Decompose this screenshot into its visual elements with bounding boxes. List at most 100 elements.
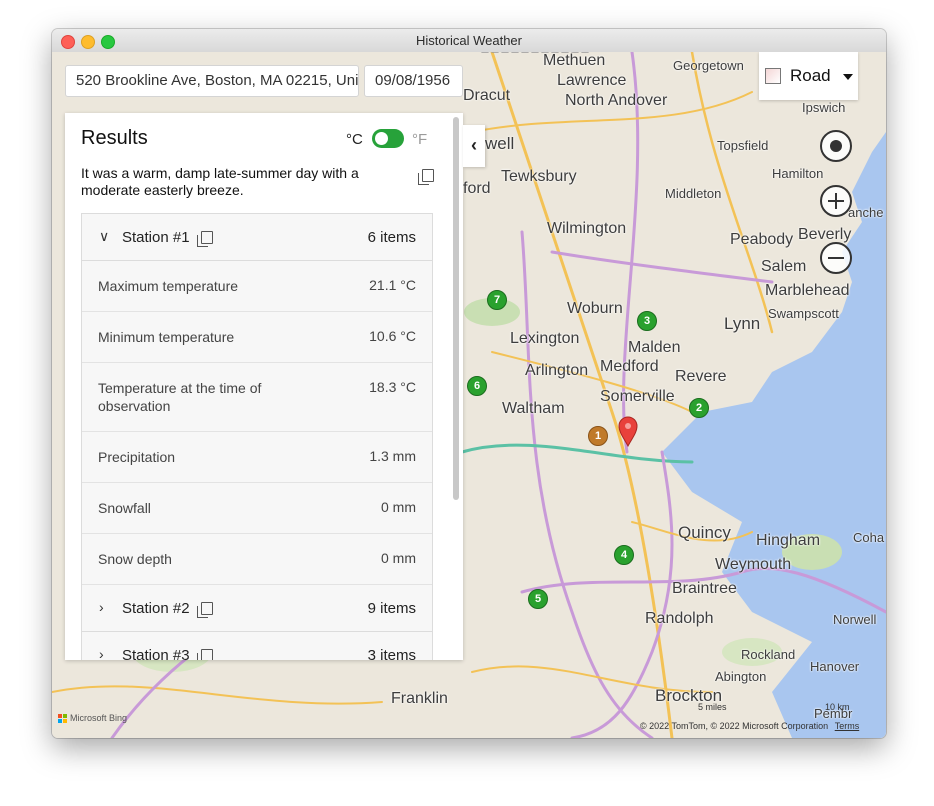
map-place-label: Arlington bbox=[525, 362, 589, 379]
address-input[interactable]: 520 Brookline Ave, Boston, MA 02215, Uni… bbox=[65, 65, 359, 97]
bing-attribution: Microsoft Bing bbox=[58, 713, 127, 724]
map-place-label: Hingham bbox=[756, 532, 821, 549]
copy-icon[interactable] bbox=[197, 649, 213, 660]
map-place-label: Tewksbury bbox=[501, 168, 577, 185]
row-label: Minimum temperature bbox=[98, 329, 235, 345]
station-count: 6 items bbox=[367, 229, 416, 246]
map-place-label: Ipswich bbox=[802, 100, 846, 115]
station-marker-1[interactable]: 1 bbox=[588, 426, 608, 446]
row-value: 0 mm bbox=[381, 550, 416, 566]
unit-toggle[interactable] bbox=[372, 129, 404, 148]
data-row: Minimum temperature 10.6 °C bbox=[82, 312, 432, 363]
data-row: Snow depth 0 mm bbox=[82, 534, 432, 585]
map-place-label: Malden bbox=[628, 339, 681, 356]
map-view[interactable]: Methuen Lawrence Georgetown North Andove… bbox=[52, 52, 886, 738]
station-marker-7[interactable]: 7 bbox=[487, 290, 507, 310]
copy-icon[interactable] bbox=[197, 602, 213, 618]
map-place-label: North Andover bbox=[565, 92, 668, 109]
zoom-in-button[interactable] bbox=[820, 185, 852, 217]
row-value: 18.3 °C bbox=[369, 379, 416, 395]
map-place-label: Rockland bbox=[741, 647, 796, 662]
station-name: Station #1 bbox=[122, 229, 190, 246]
date-input[interactable]: 09/08/1956 bbox=[364, 65, 463, 97]
chevron-right-icon: › bbox=[99, 646, 104, 660]
row-value: 21.1 °C bbox=[369, 277, 416, 293]
location-pin-icon[interactable] bbox=[617, 415, 639, 447]
map-place-label: Swampscott bbox=[768, 306, 839, 321]
station-count: 9 items bbox=[367, 600, 416, 617]
fahrenheit-label: °F bbox=[412, 131, 428, 148]
map-place-label: Wilmington bbox=[547, 220, 627, 237]
map-place-label: Norwell bbox=[833, 612, 877, 627]
map-type-icon bbox=[765, 68, 781, 84]
station-marker-3[interactable]: 3 bbox=[637, 311, 657, 331]
station-name: Station #3 bbox=[122, 647, 190, 660]
map-place-label: Coha bbox=[853, 530, 885, 545]
results-title: Results bbox=[81, 127, 148, 149]
map-place-label: Franklin bbox=[391, 690, 448, 707]
row-value: 10.6 °C bbox=[369, 328, 416, 344]
target-icon bbox=[830, 140, 842, 152]
close-window-button[interactable] bbox=[61, 35, 75, 49]
collapse-panel-button[interactable]: ‹ bbox=[463, 125, 485, 167]
copy-icon[interactable] bbox=[197, 231, 213, 247]
station-header-1[interactable]: ∨ Station #1 6 items bbox=[82, 214, 432, 261]
chevron-right-icon: › bbox=[99, 599, 104, 615]
zoom-out-button[interactable] bbox=[820, 242, 852, 274]
toggle-knob bbox=[375, 132, 388, 145]
row-label: Snow depth bbox=[98, 551, 172, 567]
weather-summary: It was a warm, damp late-summer day with… bbox=[81, 165, 359, 198]
map-place-label: Revere bbox=[675, 368, 727, 385]
map-place-label: Abington bbox=[715, 669, 767, 684]
map-copyright: © 2022 TomTom, © 2022 Microsoft Corporat… bbox=[640, 721, 859, 731]
microsoft-logo-icon bbox=[58, 714, 67, 724]
chevron-down-icon: ∨ bbox=[99, 228, 110, 244]
map-place-label: anche bbox=[848, 205, 884, 220]
data-row: Snowfall 0 mm bbox=[82, 483, 432, 534]
window-title: Historical Weather bbox=[416, 33, 522, 48]
locate-me-button[interactable] bbox=[820, 130, 852, 162]
station-marker-2[interactable]: 2 bbox=[689, 398, 709, 418]
map-place-label: Lynn bbox=[724, 314, 761, 333]
map-place-label: Lawrence bbox=[557, 72, 627, 89]
map-place-label: Waltham bbox=[502, 400, 565, 417]
station-header-2[interactable]: › Station #2 9 items bbox=[82, 585, 432, 632]
map-place-label: Lexington bbox=[510, 330, 580, 347]
scale-miles: 5 miles bbox=[698, 702, 727, 712]
map-type-selector[interactable]: Road bbox=[759, 52, 858, 100]
app-window: Historical Weather Methuen Lawrence Geor… bbox=[52, 29, 886, 738]
map-scale: 5 miles 10 km bbox=[698, 702, 850, 712]
chevron-down-icon bbox=[843, 74, 853, 80]
station-name: Station #2 bbox=[122, 600, 190, 617]
map-place-label: Hamilton bbox=[772, 166, 824, 181]
results-panel: Results °C °F It was a warm, damp late-s… bbox=[65, 113, 463, 660]
interstate-road bbox=[550, 250, 774, 284]
station-marker-5[interactable]: 5 bbox=[528, 589, 548, 609]
station-header-3[interactable]: › Station #3 3 items bbox=[82, 632, 432, 660]
minus-icon bbox=[828, 257, 844, 259]
copyright-text: © 2022 TomTom, © 2022 Microsoft Corporat… bbox=[640, 721, 829, 731]
scale-km: 10 km bbox=[825, 702, 850, 712]
copy-icon[interactable] bbox=[418, 169, 434, 185]
panel-scrollbar[interactable] bbox=[453, 117, 459, 500]
stations-accordion: ∨ Station #1 6 items Maximum temperature… bbox=[81, 213, 433, 660]
row-value: 0 mm bbox=[381, 499, 416, 515]
map-place-label: Middleton bbox=[665, 186, 722, 201]
station-marker-4[interactable]: 4 bbox=[614, 545, 634, 565]
map-place-label: Hanover bbox=[810, 659, 860, 674]
station-count: 3 items bbox=[367, 647, 416, 660]
map-place-label: ford bbox=[463, 180, 491, 197]
station-marker-6[interactable]: 6 bbox=[467, 376, 487, 396]
map-place-label: Dracut bbox=[463, 87, 511, 104]
zoom-window-button[interactable] bbox=[101, 35, 115, 49]
terms-link[interactable]: Terms bbox=[835, 721, 860, 731]
row-label: Precipitation bbox=[98, 449, 176, 465]
row-value: 1.3 mm bbox=[369, 448, 416, 464]
row-label: Snowfall bbox=[98, 500, 151, 516]
map-place-label: Woburn bbox=[567, 300, 623, 317]
map-place-label: Beverly bbox=[798, 226, 852, 243]
minimize-window-button[interactable] bbox=[81, 35, 95, 49]
map-place-label: Topsfield bbox=[717, 138, 769, 153]
map-place-label: Marblehead bbox=[765, 282, 850, 299]
highway-road bbox=[52, 685, 383, 705]
